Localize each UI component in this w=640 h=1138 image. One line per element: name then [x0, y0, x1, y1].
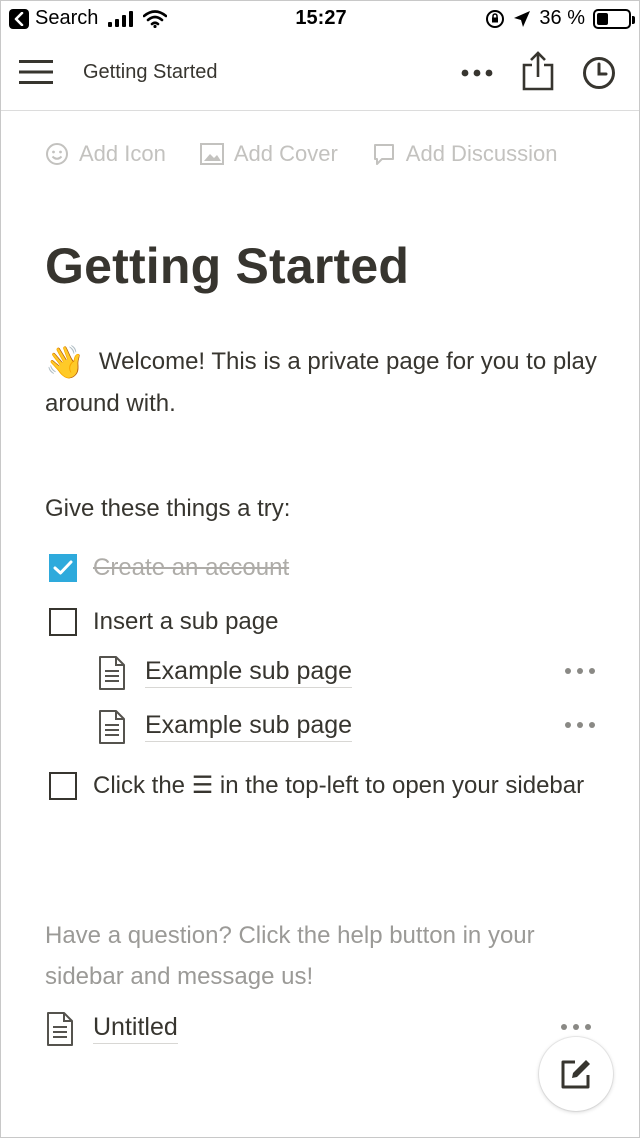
add-discussion-button[interactable]: Add Discussion [372, 141, 558, 167]
add-cover-label: Add Cover [233, 141, 338, 166]
orientation-lock-icon [486, 9, 505, 28]
add-discussion-label: Add Discussion [405, 141, 558, 166]
todo-item: Create an account [49, 552, 289, 588]
status-bar: Search 15:27 36 % [1, 1, 639, 37]
todo-text[interactable]: Click the ☰ in the top-left to open your… [93, 765, 584, 806]
battery-icon [593, 8, 635, 29]
subpage-row: Example sub page [97, 709, 597, 749]
nav-page-title[interactable]: Getting Started [83, 61, 218, 84]
page-title[interactable]: Getting Started [45, 237, 409, 295]
more-options-icon[interactable] [563, 665, 597, 677]
smiley-icon [46, 143, 68, 165]
untitled-page-row: Untitled [45, 1011, 593, 1051]
compose-icon [561, 1060, 590, 1089]
todo-checkbox[interactable] [49, 608, 77, 636]
waving-hand-icon: 👋 [45, 344, 85, 380]
todo-text[interactable]: Insert a sub page [93, 601, 278, 642]
battery-percent: 36 % [539, 7, 585, 29]
new-page-button[interactable] [539, 1037, 613, 1111]
top-nav-bar: Getting Started [1, 37, 639, 111]
help-paragraph[interactable]: Have a question? Click the help button i… [45, 915, 605, 997]
try-heading[interactable]: Give these things a try: [45, 495, 290, 523]
battery-tip [632, 15, 635, 24]
add-icon-label: Add Icon [79, 141, 166, 166]
status-right: 36 % [485, 7, 635, 30]
page-document-icon [99, 656, 125, 690]
history-clock-icon[interactable] [581, 55, 617, 91]
app-screen: Search 15:27 36 % Getting Started Add Ic… [0, 0, 640, 1138]
subpage-link[interactable]: Example sub page [145, 657, 353, 688]
location-arrow-icon [514, 10, 531, 27]
more-options-icon[interactable] [559, 1021, 593, 1033]
share-icon[interactable] [521, 51, 555, 91]
welcome-text: Welcome! This is a private page for you … [45, 348, 597, 417]
subpage-row: Example sub page [97, 655, 597, 695]
todo-checkbox[interactable] [49, 772, 77, 800]
todo-item: Click the ☰ in the top-left to open your… [49, 770, 597, 806]
untitled-page-link[interactable]: Untitled [93, 1013, 178, 1044]
todo-item: Insert a sub page [49, 606, 278, 642]
welcome-paragraph[interactable]: 👋 Welcome! This is a private page for you… [45, 341, 605, 424]
page-add-controls: Add Icon Add Cover Add Discussion [45, 141, 557, 167]
checkmark-icon [53, 560, 73, 575]
subpage-link[interactable]: Example sub page [145, 711, 353, 742]
page-document-icon [99, 710, 125, 744]
add-icon-button[interactable]: Add Icon [45, 141, 166, 167]
todo-text[interactable]: Create an account [93, 547, 289, 588]
page-document-icon [47, 1012, 73, 1046]
hamburger-menu-icon[interactable] [19, 58, 53, 86]
comment-icon [373, 144, 394, 165]
more-options-icon[interactable] [563, 719, 597, 731]
add-cover-button[interactable]: Add Cover [199, 141, 338, 167]
todo-checkbox-checked[interactable] [49, 554, 77, 582]
image-icon [199, 143, 224, 165]
more-options-icon[interactable] [457, 59, 497, 87]
battery-level [597, 12, 608, 25]
